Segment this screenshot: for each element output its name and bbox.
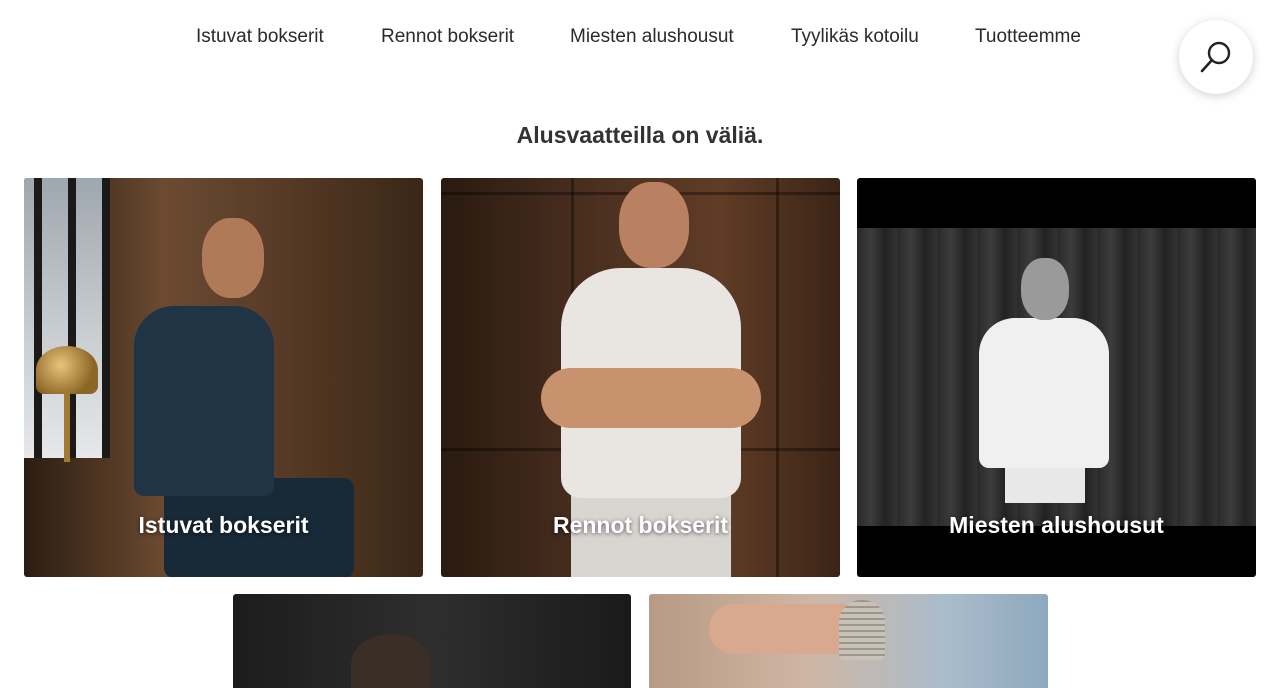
category-card-label: Rennot bokserit (552, 512, 729, 538)
category-card-row2-right[interactable] (649, 594, 1048, 688)
category-card-miesten-alushousut[interactable]: Miesten alushousut (857, 178, 1256, 577)
category-card-label: Istuvat bokserit (138, 512, 309, 538)
category-card-istuvat-bokserit[interactable]: Istuvat bokserit (24, 178, 423, 577)
nav-item-miesten-alushousut[interactable]: Miesten alushousut (570, 26, 734, 48)
main-navigation: Istuvat bokserit Rennot bokserit Miesten… (0, 0, 1280, 94)
category-card-rennot-bokserit[interactable]: Rennot bokserit (441, 178, 840, 577)
nav-item-istuvat-bokserit[interactable]: Istuvat bokserit (196, 26, 324, 48)
nav-item-rennot-bokserit[interactable]: Rennot bokserit (381, 26, 514, 48)
nav-item-tyylikas-kotoilu[interactable]: Tyylikäs kotoilu (791, 26, 919, 48)
nav-item-tuotteemme[interactable]: Tuotteemme (975, 26, 1081, 48)
category-image-row2-left (233, 594, 631, 688)
category-card-label: Miesten alushousut (949, 512, 1164, 538)
page-headline: Alusvaatteilla on väliä. (516, 122, 764, 148)
search-icon (1200, 41, 1231, 73)
category-image-row2-right (649, 594, 1048, 688)
category-card-row2-left[interactable] (233, 594, 631, 688)
search-button[interactable] (1179, 20, 1253, 94)
